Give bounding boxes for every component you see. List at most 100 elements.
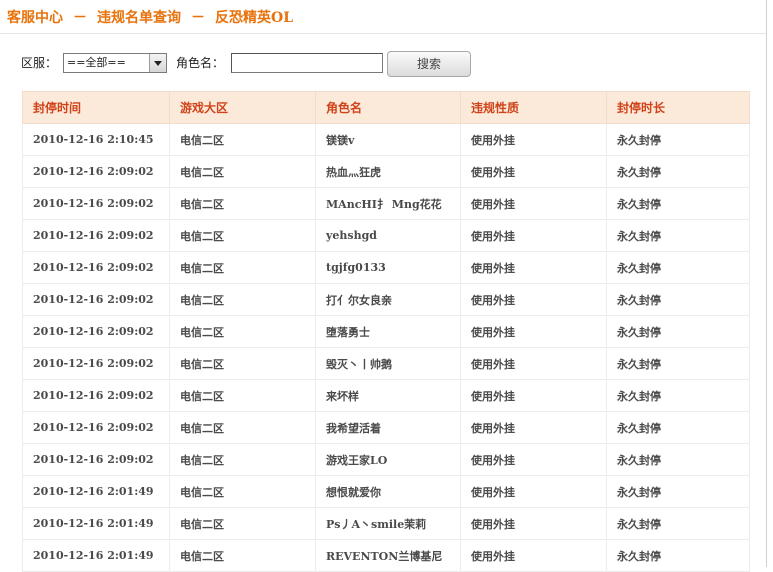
- table-header-row: 封停时间 游戏大区 角色名 违规性质 封停时长: [22, 91, 750, 124]
- cell-violation-type: 使用外挂: [460, 155, 607, 188]
- cell-role-name: Ps丿A丶smile茉莉: [315, 507, 461, 540]
- breadcrumb-home-link[interactable]: 客服中心: [7, 10, 63, 26]
- breadcrumb-separator: －: [191, 10, 205, 26]
- cell-ban-time: 2010-12-16 2:09:02: [22, 219, 170, 252]
- cell-ban-duration: 永久封停: [606, 187, 750, 220]
- table-row: 2010-12-16 2:09:02 电信二区 毁灭丶丨帅鹅 使用外挂 永久封停: [22, 347, 750, 380]
- cell-role-name: 想恨就爱你: [315, 475, 461, 508]
- cell-game-region: 电信二区: [169, 155, 316, 188]
- table-row: 2010-12-16 2:09:02 电信二区 yehshgd 使用外挂 永久封停: [22, 219, 750, 252]
- cell-game-region: 电信二区: [169, 379, 316, 412]
- cell-ban-time: 2010-12-16 2:09:02: [22, 443, 170, 476]
- cell-ban-duration: 永久封停: [606, 379, 750, 412]
- cell-role-name: 镁镁v: [315, 123, 461, 156]
- cell-violation-type: 使用外挂: [460, 507, 607, 540]
- cell-ban-time: 2010-12-16 2:09:02: [22, 411, 170, 444]
- right-border: [766, 0, 767, 567]
- cell-ban-duration: 永久封停: [606, 155, 750, 188]
- cell-role-name: 游戏王家LO: [315, 443, 461, 476]
- cell-violation-type: 使用外挂: [460, 443, 607, 476]
- table-row: 2010-12-16 2:09:02 电信二区 游戏王家LO 使用外挂 永久封停: [22, 443, 750, 476]
- cell-game-region: 电信二区: [169, 507, 316, 540]
- table-body: 2010-12-16 2:10:45 电信二区 镁镁v 使用外挂 永久封停 2010-12…: [22, 123, 750, 572]
- breadcrumb-page-link[interactable]: 违规名单查询: [97, 10, 181, 26]
- table-row: 2010-12-16 2:09:02 电信二区 MAncHI扌 Mng花花 使用外挂永…: [22, 187, 750, 220]
- cell-game-region: 电信二区: [169, 475, 316, 508]
- cell-game-region: 电信二区: [169, 187, 316, 220]
- table-row: 2010-12-16 2:09:02 电信二区 我希望活着 使用外挂 永久封停: [22, 411, 750, 444]
- cell-game-region: 电信二区: [169, 251, 316, 284]
- cell-ban-duration: 永久封停: [606, 219, 750, 252]
- cell-role-name: yehshgd: [315, 219, 461, 252]
- title-divider: [0, 33, 766, 34]
- cell-role-name: 打亻尔女良亲: [315, 283, 461, 316]
- cell-ban-duration: 永久封停: [606, 507, 750, 540]
- server-select-value: ==全部==: [67, 56, 126, 69]
- role-name-input[interactable]: [231, 53, 383, 73]
- cell-role-name: 我希望活着: [315, 411, 461, 444]
- cell-role-name: 堕落勇士: [315, 315, 461, 348]
- table-row: 2010-12-16 2:01:49 电信二区 想恨就爱你 使用外挂 永久封停: [22, 475, 750, 508]
- cell-ban-duration: 永久封停: [606, 251, 750, 284]
- cell-game-region: 电信二区: [169, 347, 316, 380]
- cell-violation-type: 使用外挂: [460, 411, 607, 444]
- table-row: 2010-12-16 2:09:02 电信二区 tgjfg0133 使用外挂 永久封停: [22, 251, 750, 284]
- cell-role-name: MAncHI扌 Mng花花: [315, 187, 461, 220]
- cell-violation-type: 使用外挂: [460, 347, 607, 380]
- cell-ban-time: 2010-12-16 2:10:45: [22, 123, 170, 156]
- table-row: 2010-12-16 2:09:02 电信二区 来坏样 使用外挂 永久封停: [22, 379, 750, 412]
- table-row: 2010-12-16 2:01:49 电信二区 Ps丿A丶smile茉莉 使用外挂 永久…: [22, 507, 750, 540]
- cell-ban-time: 2010-12-16 2:09:02: [22, 315, 170, 348]
- cell-violation-type: 使用外挂: [460, 379, 607, 412]
- cell-violation-type: 使用外挂: [460, 315, 607, 348]
- cell-ban-time: 2010-12-16 2:01:49: [22, 507, 170, 540]
- cell-violation-type: 使用外挂: [460, 251, 607, 284]
- breadcrumb: 客服中心 － 违规名单查询 － 反恐精英OL: [7, 8, 293, 28]
- server-select[interactable]: ==全部==: [63, 53, 167, 73]
- cell-violation-type: 使用外挂: [460, 123, 607, 156]
- cell-game-region: 电信二区: [169, 283, 316, 316]
- cell-ban-duration: 永久封停: [606, 475, 750, 508]
- table-row: 2010-12-16 2:10:45 电信二区 镁镁v 使用外挂 永久封停: [22, 123, 750, 156]
- column-header-violation-type: 违规性质: [460, 91, 607, 124]
- table-row: 2010-12-16 2:09:02 电信二区 热血灬狂虎 使用外挂 永久封停: [22, 155, 750, 188]
- cell-ban-time: 2010-12-16 2:09:02: [22, 155, 170, 188]
- cell-ban-time: 2010-12-16 2:09:02: [22, 283, 170, 316]
- cell-ban-time: 2010-12-16 2:09:02: [22, 187, 170, 220]
- cell-role-name: 毁灭丶丨帅鹅: [315, 347, 461, 380]
- cell-violation-type: 使用外挂: [460, 187, 607, 220]
- cell-ban-time: 2010-12-16 2:09:02: [22, 251, 170, 284]
- role-name-label: 角色名：: [176, 56, 225, 70]
- cell-ban-duration: 永久封停: [606, 411, 750, 444]
- column-header-ban-time: 封停时间: [22, 91, 170, 124]
- cell-violation-type: 使用外挂: [460, 283, 607, 316]
- table-row: 2010-12-16 2:09:02 电信二区 打亻尔女良亲 使用外挂 永久封停: [22, 283, 750, 316]
- cell-role-name: tgjfg0133: [315, 251, 461, 284]
- cell-violation-type: 使用外挂: [460, 475, 607, 508]
- cell-game-region: 电信二区: [169, 219, 316, 252]
- cell-game-region: 电信二区: [169, 411, 316, 444]
- cell-role-name: 来坏样: [315, 379, 461, 412]
- cell-game-region: 电信二区: [169, 443, 316, 476]
- cell-role-name: 热血灬狂虎: [315, 155, 461, 188]
- ban-list-table: 封停时间 游戏大区 角色名 违规性质 封停时长 2010-12-16 2:10:…: [22, 91, 750, 572]
- cell-ban-duration: 永久封停: [606, 315, 750, 348]
- cell-ban-time: 2010-12-16 2:01:49: [22, 475, 170, 508]
- cell-ban-duration: 永久封停: [606, 123, 750, 156]
- cell-game-region: 电信二区: [169, 123, 316, 156]
- breadcrumb-separator: －: [73, 10, 87, 26]
- cell-ban-time: 2010-12-16 2:09:02: [22, 379, 170, 412]
- chevron-down-icon[interactable]: [149, 54, 166, 72]
- cell-ban-time: 2010-12-16 2:09:02: [22, 347, 170, 380]
- server-label: 区服：: [21, 56, 58, 70]
- breadcrumb-game-link[interactable]: 反恐精英OL: [215, 10, 293, 26]
- column-header-role-name: 角色名: [315, 91, 461, 124]
- column-header-game-region: 游戏大区: [169, 91, 316, 124]
- cell-violation-type: 使用外挂: [460, 219, 607, 252]
- cell-ban-duration: 永久封停: [606, 347, 750, 380]
- cell-ban-duration: 永久封停: [606, 283, 750, 316]
- search-button[interactable]: 搜索: [387, 51, 471, 77]
- table-row: 2010-12-16 2:09:02 电信二区 堕落勇士 使用外挂 永久封停: [22, 315, 750, 348]
- cell-game-region: 电信二区: [169, 315, 316, 348]
- column-header-ban-duration: 封停时长: [606, 91, 750, 124]
